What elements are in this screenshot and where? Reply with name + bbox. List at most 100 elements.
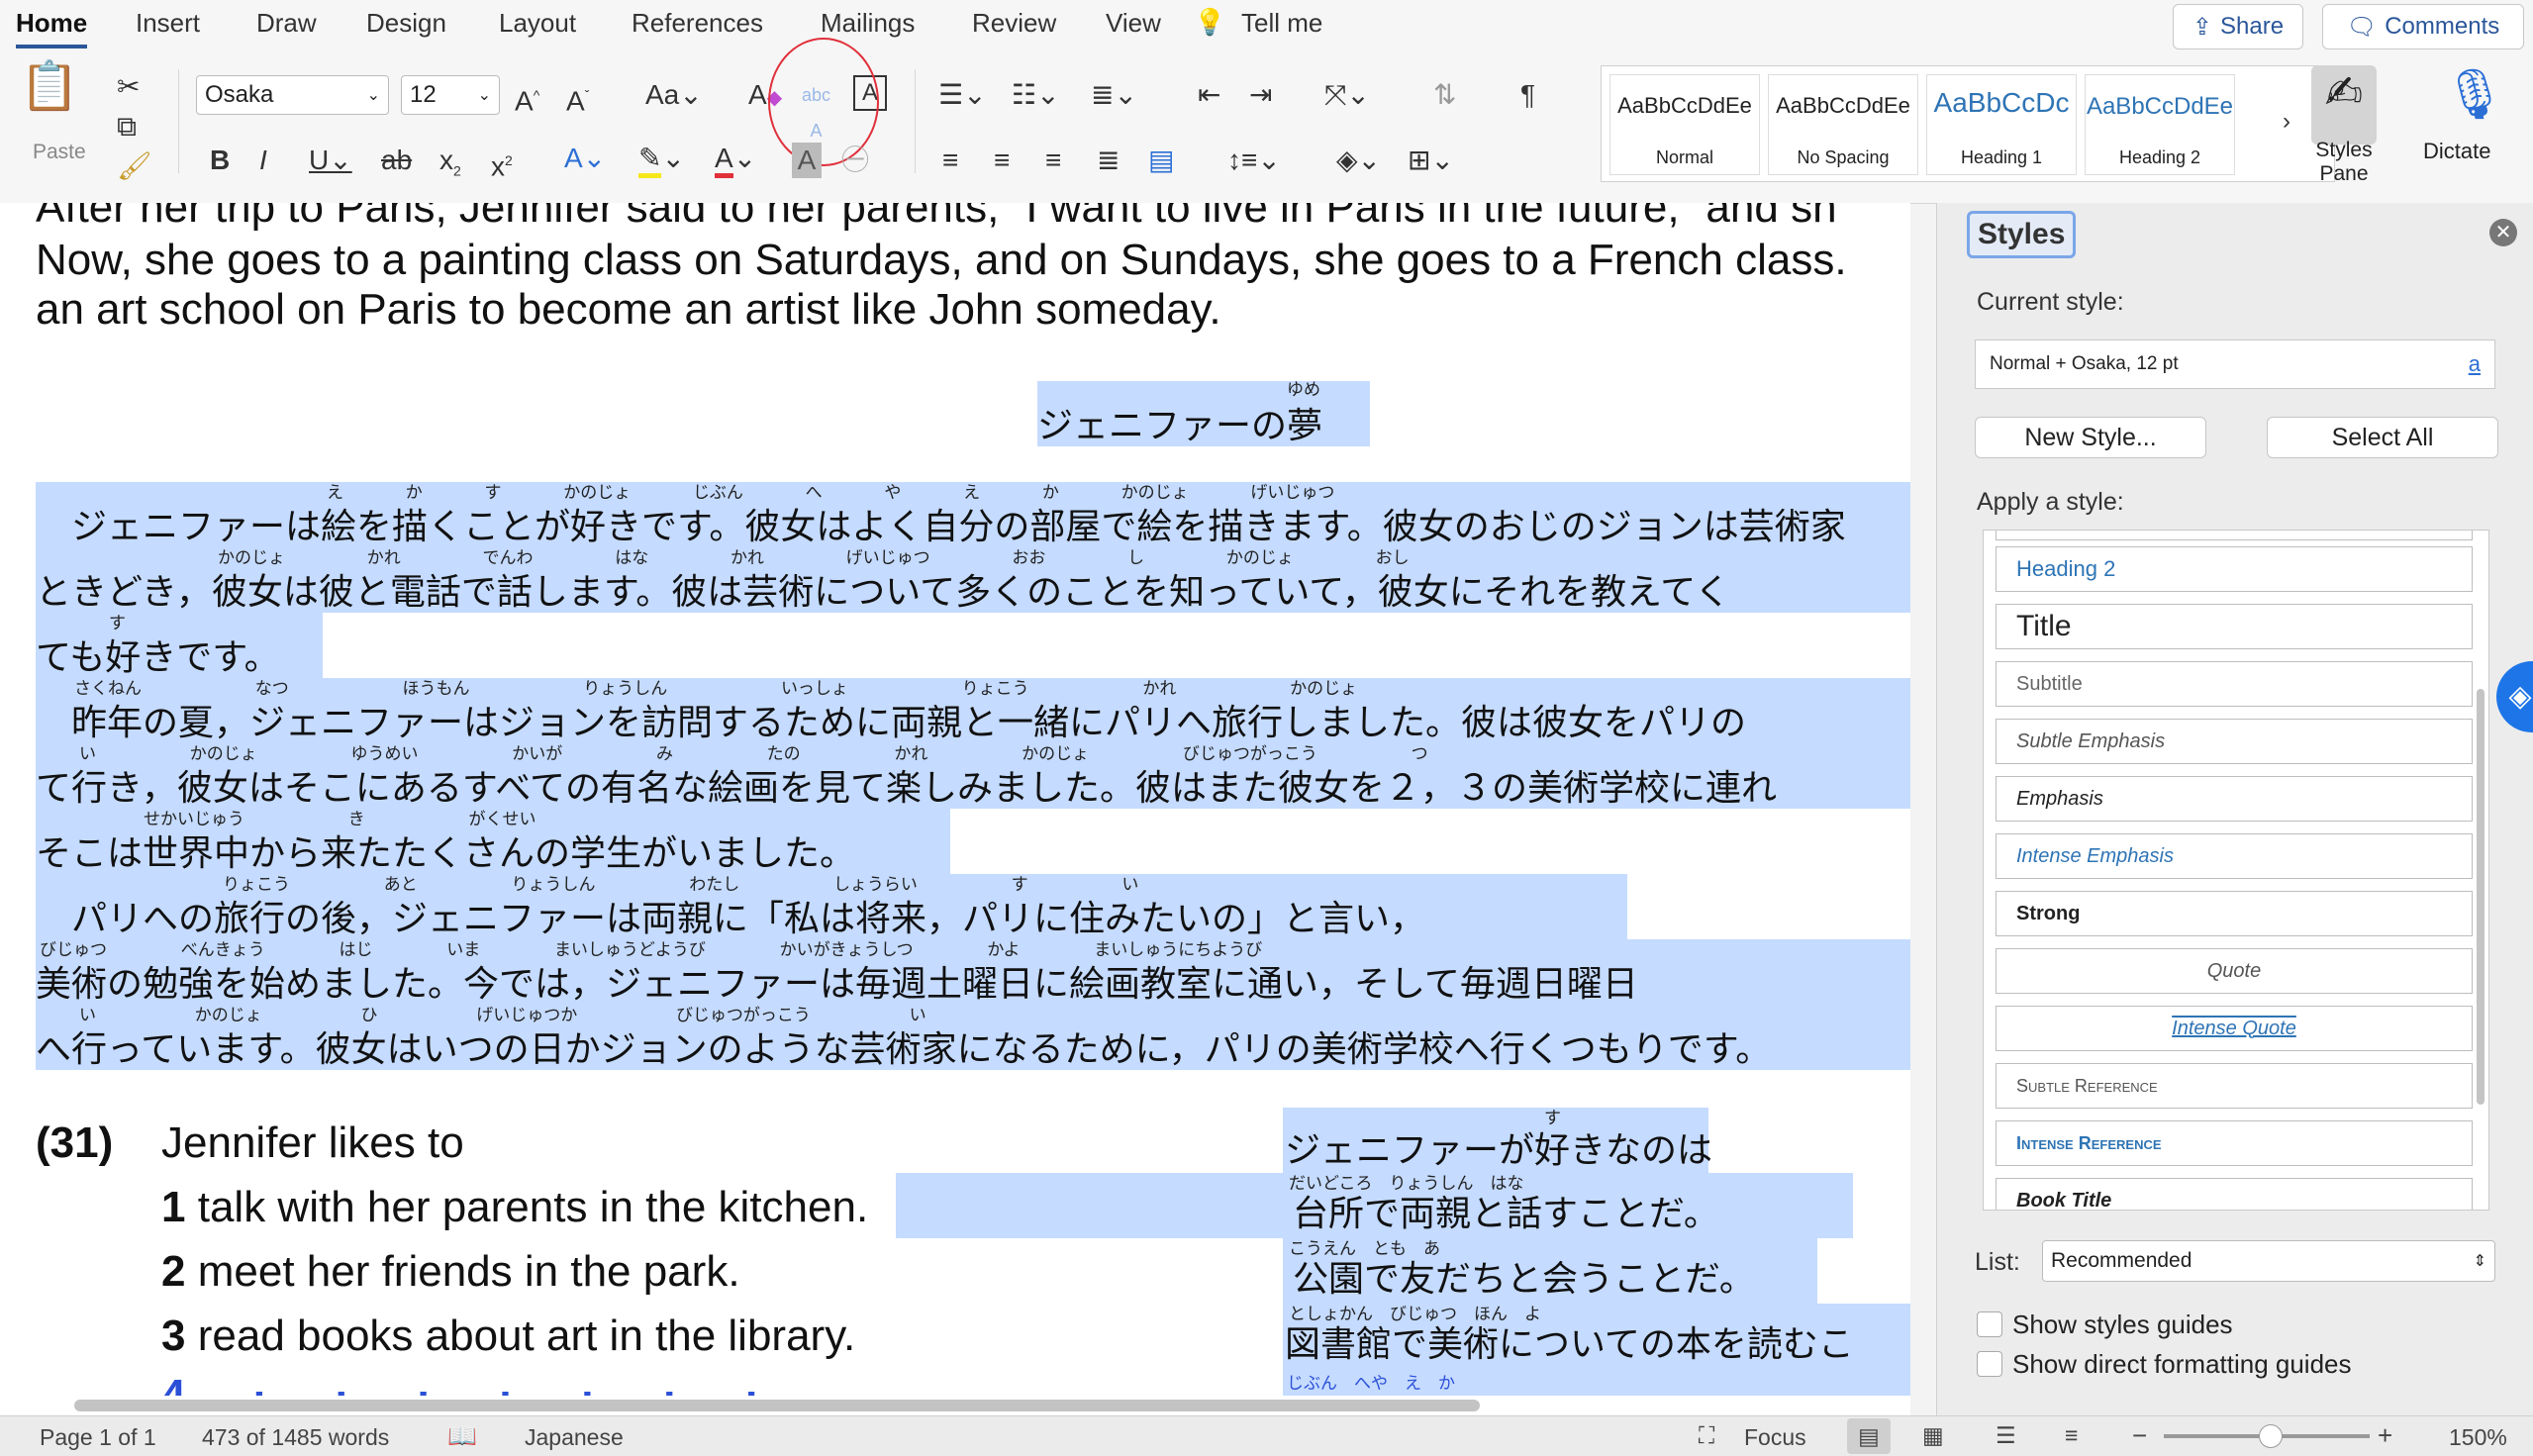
show-styles-guides-checkbox[interactable] <box>1977 1311 2002 1337</box>
underline-icon[interactable]: U⌄ <box>309 143 352 178</box>
tab-layout[interactable]: Layout <box>499 8 576 39</box>
format-painter-icon[interactable]: 🖌 <box>117 148 152 184</box>
question-text: Jennifer likes to <box>161 1118 464 1167</box>
bullets-icon[interactable]: ☰⌄ <box>938 77 987 113</box>
font-name-dropdown[interactable]: Osaka ⌄ <box>196 75 389 115</box>
style-item-strong[interactable]: Strong <box>1996 891 2473 936</box>
zoom-slider-thumb[interactable] <box>2259 1424 2283 1448</box>
current-style-field: Normal + Osaka, 12 pt a <box>1975 340 2495 389</box>
align-left-icon[interactable]: ≡ <box>942 143 958 178</box>
sort-icon[interactable]: ⇅ <box>1433 77 1456 113</box>
style-item-emphasis[interactable]: Emphasis <box>1996 776 2473 822</box>
enclose-characters-icon[interactable]: ㊀ <box>841 143 869 178</box>
focus-icon[interactable]: ⛶ <box>1699 1422 1714 1449</box>
style-item-title[interactable]: Title <box>1996 604 2473 649</box>
tab-design[interactable]: Design <box>366 8 446 39</box>
style-heading-2[interactable]: AaBbCcDdEe Heading 2 <box>2085 74 2235 175</box>
multilevel-list-icon[interactable]: ≣⌄ <box>1091 77 1137 113</box>
change-case-icon[interactable]: Aa⌄ <box>645 77 703 113</box>
font-size-dropdown[interactable]: 12 ⌄ <box>401 75 500 115</box>
share-button[interactable]: ⇪ Share <box>2173 4 2303 49</box>
language-label[interactable]: Japanese <box>525 1424 624 1451</box>
print-layout-icon[interactable]: ▤ <box>1847 1418 1891 1454</box>
furigana: じぶん へや え か <box>1287 1374 1455 1393</box>
web-layout-icon[interactable]: ▦ <box>1922 1422 1944 1449</box>
style-no-spacing[interactable]: AaBbCcDdEe No Spacing <box>1768 74 1918 175</box>
zoom-out-icon[interactable]: − <box>2132 1420 2147 1451</box>
borders-icon[interactable]: ⊞⌄ <box>1408 143 1454 178</box>
style-item-heading-2[interactable]: Heading 2 <box>1996 546 2473 592</box>
proofing-icon[interactable]: 📖 <box>447 1422 477 1451</box>
draft-icon[interactable]: ≡ <box>2065 1422 2078 1449</box>
divider <box>178 69 179 173</box>
shading-icon[interactable]: ◈⌄ <box>1336 143 1381 178</box>
comments-button[interactable]: 🗨 Comments <box>2322 4 2524 49</box>
tab-draw[interactable]: Draw <box>256 8 317 39</box>
jp-line: ときどき，彼女は彼と電話で話します。彼は芸術について多くのことを知っていて，彼女… <box>36 572 1731 613</box>
tab-view[interactable]: View <box>1106 8 1161 39</box>
select-all-button[interactable]: Select All <box>2267 417 2498 458</box>
outline-icon[interactable]: ☰ <box>1996 1422 2016 1449</box>
style-item-subtitle[interactable]: Subtitle <box>1996 661 2473 707</box>
styles-pane-icon[interactable]: ✍ <box>2311 65 2377 145</box>
style-item-book-title[interactable]: Book Title <box>1996 1178 2473 1210</box>
justify-icon[interactable]: ≣ <box>1097 143 1120 178</box>
style-normal[interactable]: AaBbCcDdEe Normal <box>1609 74 1760 175</box>
style-inspector-icon[interactable]: a <box>2469 351 2481 377</box>
tell-me-search[interactable]: Tell me <box>1241 8 1322 39</box>
numbering-icon[interactable]: ☷⌄ <box>1012 77 1060 113</box>
jp-line: 昨年の夏，ジェニファーはジョンを訪問するために両親と一緒にパリへ旅行しました。彼… <box>36 703 1747 743</box>
focus-label[interactable]: Focus <box>1744 1424 1806 1451</box>
style-item-intense-emphasis[interactable]: Intense Emphasis <box>1996 833 2473 879</box>
text-effects-icon[interactable]: A⌄ <box>564 141 606 176</box>
highlight-color-icon[interactable]: ✎⌄ <box>638 141 685 178</box>
grow-font-icon[interactable]: A^ <box>515 77 539 119</box>
copy-icon[interactable]: ⧉ <box>117 109 137 145</box>
style-item-partial[interactable] <box>1996 531 2473 540</box>
line-spacing-icon[interactable]: ↕≡⌄ <box>1227 143 1281 178</box>
tab-home[interactable]: Home <box>16 8 88 49</box>
align-right-icon[interactable]: ≡ <box>1045 143 1061 178</box>
microphone-icon[interactable]: 🎙 <box>2443 65 2505 129</box>
text-direction-icon[interactable]: ⤧⌄ <box>1324 77 1370 113</box>
document-page[interactable]: After her trip to Paris, Jennifer said t… <box>0 203 1910 1396</box>
shrink-font-icon[interactable]: Aˇ <box>566 77 589 119</box>
tab-review[interactable]: Review <box>972 8 1056 39</box>
chevron-right-icon[interactable]: › <box>2283 104 2290 140</box>
style-item-intense-quote[interactable]: Intense Quote <box>1996 1006 2473 1051</box>
zoom-in-icon[interactable]: + <box>2378 1420 2392 1451</box>
align-center-icon[interactable]: ≡ <box>994 143 1010 178</box>
tab-references[interactable]: References <box>632 8 763 39</box>
style-item-subtle-emphasis[interactable]: Subtle Emphasis <box>1996 719 2473 764</box>
style-item-quote[interactable]: Quote <box>1996 948 2473 994</box>
style-list-scrollbar[interactable] <box>2477 689 2484 1105</box>
style-item-intense-reference[interactable]: Intense Reference <box>1996 1120 2473 1166</box>
paste-icon[interactable]: 📋 <box>20 63 79 139</box>
horizontal-scroll-track <box>0 1396 1910 1415</box>
new-style-button[interactable]: New Style... <box>1975 417 2206 458</box>
tab-mailings[interactable]: Mailings <box>821 8 915 39</box>
jp-line: そこは世界中から来たたくさんの学生がいました。 <box>36 833 856 874</box>
horizontal-scrollbar[interactable] <box>74 1400 1480 1411</box>
subscript-icon[interactable]: x2 <box>439 143 461 189</box>
cut-icon[interactable]: ✂ <box>117 69 140 105</box>
list-dropdown[interactable]: Recommended ⇕ <box>2042 1240 2495 1282</box>
increase-indent-icon[interactable]: ⇥ <box>1249 77 1272 113</box>
distributed-icon[interactable]: ▤ <box>1148 143 1174 178</box>
show-direct-formatting-checkbox[interactable] <box>1977 1351 2002 1377</box>
show-formatting-icon[interactable]: ¶ <box>1520 77 1535 113</box>
style-item-subtle-reference[interactable]: Subtle Reference <box>1996 1063 2473 1109</box>
superscript-icon[interactable]: x2 <box>491 143 513 184</box>
character-shading-icon[interactable]: A <box>792 143 822 178</box>
tab-insert[interactable]: Insert <box>136 8 200 39</box>
italic-icon[interactable]: I <box>259 143 267 178</box>
close-icon[interactable]: ✕ <box>2489 219 2517 246</box>
strikethrough-icon[interactable]: ab <box>381 143 412 178</box>
decrease-indent-icon[interactable]: ⇤ <box>1198 77 1220 113</box>
font-color-icon[interactable]: A⌄ <box>715 141 756 178</box>
style-heading-1[interactable]: AaBbCcDc Heading 1 <box>1926 74 2077 175</box>
zoom-level[interactable]: 150% <box>2449 1424 2507 1451</box>
bold-icon[interactable]: B <box>210 143 230 178</box>
word-count[interactable]: 473 of 1485 words <box>202 1424 389 1451</box>
page-count[interactable]: Page 1 of 1 <box>40 1424 156 1451</box>
